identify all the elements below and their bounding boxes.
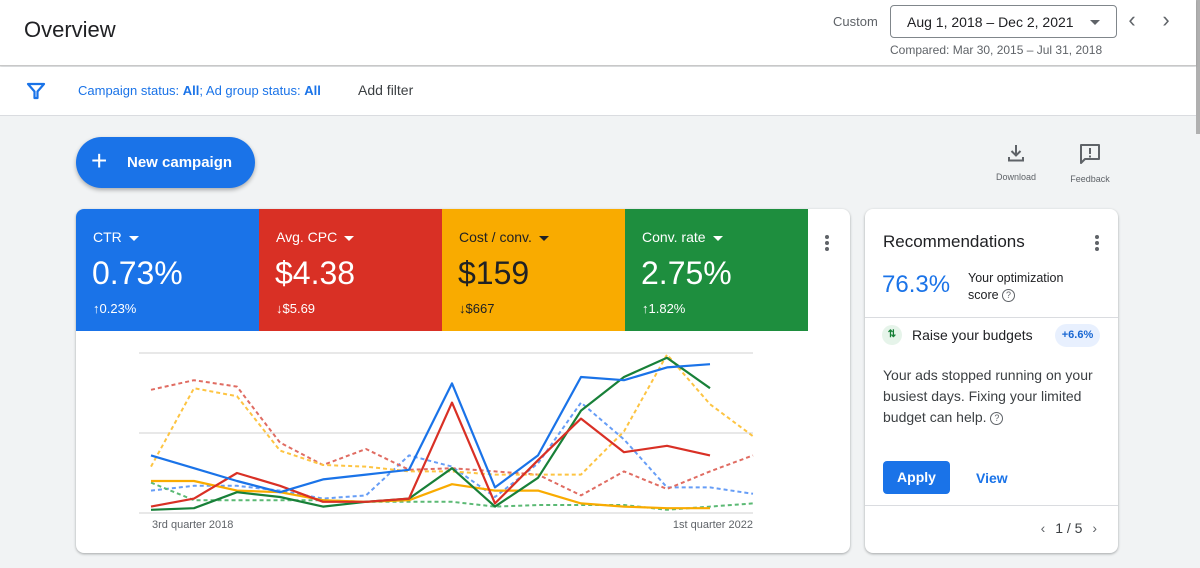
recommendation-description: Your ads stopped running on your busiest… — [883, 365, 1103, 428]
more-options-icon[interactable] — [1087, 233, 1107, 257]
score-impact-badge: +6.6% — [1055, 324, 1100, 347]
metric-delta: ↑0.23% — [93, 301, 137, 316]
campaign-status-value: All — [182, 83, 200, 98]
page-indicator: 1 / 5 — [1055, 520, 1083, 536]
metric-tile[interactable]: Avg. CPC $4.38 ↓$5.69 — [259, 209, 442, 331]
feedback-button[interactable]: Feedback — [1060, 142, 1120, 188]
ad-group-status-label: Ad group status: — [205, 83, 305, 98]
metric-tile[interactable]: Cost / conv. $159 ↓$667 — [442, 209, 625, 331]
optimization-score-label: Your optimization score ? — [968, 270, 1088, 304]
divider — [865, 505, 1118, 506]
metric-tile[interactable]: Conv. rate 2.75% ↑1.82% — [625, 209, 808, 331]
previous-recommendation-button[interactable]: ‹ — [1041, 520, 1046, 536]
score-label-line1: Your optimization — [968, 271, 1064, 285]
series-line-cost-conv-compared — [150, 353, 754, 476]
metric-name: CTR — [93, 229, 139, 245]
performance-chart — [139, 352, 754, 514]
filter-bar: Campaign status: All; Ad group status: A… — [0, 67, 1196, 116]
help-icon[interactable]: ? — [990, 411, 1004, 425]
feedback-label: Feedback — [1070, 174, 1110, 184]
new-campaign-button[interactable]: + New campaign — [76, 137, 255, 188]
x-axis-label-start: 3rd quarter 2018 — [152, 519, 234, 531]
status-filter[interactable]: Campaign status: All; Ad group status: A… — [78, 83, 321, 98]
metric-value: $4.38 — [275, 255, 356, 291]
x-axis-label-end: 1st quarter 2022 — [672, 519, 753, 531]
date-range-value: Aug 1, 2018 – Dec 2, 2021 — [907, 14, 1074, 30]
optimization-score: 76.3% — [882, 271, 951, 298]
download-button[interactable]: Download — [986, 142, 1046, 188]
dropdown-caret-icon — [538, 235, 549, 241]
dropdown-caret-icon — [128, 235, 139, 241]
add-filter-button[interactable]: Add filter — [358, 82, 413, 98]
metric-value: $159 — [458, 255, 530, 291]
campaign-status-label: Campaign status: — [78, 83, 183, 98]
dropdown-caret-icon — [1090, 20, 1100, 25]
score-label-line2: score — [968, 288, 999, 302]
scrollbar-thumb[interactable] — [1196, 0, 1200, 134]
budget-arrows-icon: ⇅ — [882, 325, 902, 345]
view-button[interactable]: View — [976, 470, 1008, 486]
date-range-picker[interactable]: Aug 1, 2018 – Dec 2, 2021 — [890, 5, 1117, 38]
dropdown-caret-icon — [344, 235, 355, 241]
dropdown-caret-icon — [712, 235, 723, 241]
metric-delta: ↓$667 — [459, 301, 495, 316]
apply-button[interactable]: Apply — [883, 461, 950, 494]
metric-name: Conv. rate — [642, 229, 723, 245]
compared-date-range: Compared: Mar 30, 2015 – Jul 31, 2018 — [890, 43, 1103, 57]
ad-group-status-value: All — [304, 83, 321, 98]
recommendation-pager: ‹ 1 / 5 › — [1038, 520, 1100, 536]
metric-delta: ↑1.82% — [642, 301, 686, 316]
metric-delta: ↓$5.69 — [276, 301, 316, 316]
new-campaign-label: New campaign — [127, 154, 233, 171]
next-period-button[interactable]: › — [1155, 9, 1177, 33]
feedback-icon — [1080, 144, 1100, 164]
page-title: Overview — [24, 17, 116, 42]
metric-value: 2.75% — [641, 255, 732, 291]
more-options-icon[interactable] — [817, 233, 837, 257]
help-icon[interactable]: ? — [1002, 289, 1016, 303]
performance-card: CTR 0.73% ↑0.23% Avg. CPC $4.38 ↓$5.69 Cost / … — [76, 209, 850, 553]
description-text: Your ads stopped running on your busiest… — [883, 367, 1093, 425]
series-line-avg-cpc-compared — [150, 379, 754, 497]
metric-value: 0.73% — [92, 255, 183, 291]
recommendations-card: Recommendations 76.3% Your optimization … — [865, 209, 1118, 553]
download-label: Download — [995, 172, 1037, 182]
filter-icon[interactable] — [26, 81, 46, 101]
page-scrollbar[interactable] — [1196, 0, 1200, 568]
next-recommendation-button[interactable]: › — [1092, 520, 1097, 536]
plus-icon: + — [91, 145, 108, 176]
header: Overview Custom Aug 1, 2018 – Dec 2, 202… — [0, 0, 1196, 66]
metric-name: Cost / conv. — [459, 229, 549, 245]
previous-period-button[interactable]: ‹ — [1121, 9, 1143, 33]
metric-tile[interactable]: CTR 0.73% ↑0.23% — [76, 209, 259, 331]
recommendations-title: Recommendations — [883, 232, 1025, 251]
download-icon — [1008, 145, 1024, 162]
date-range-type-label: Custom — [833, 14, 878, 29]
recommendation-title: Raise your budgets — [912, 327, 1033, 343]
metric-name: Avg. CPC — [276, 229, 355, 245]
divider — [865, 317, 1118, 318]
